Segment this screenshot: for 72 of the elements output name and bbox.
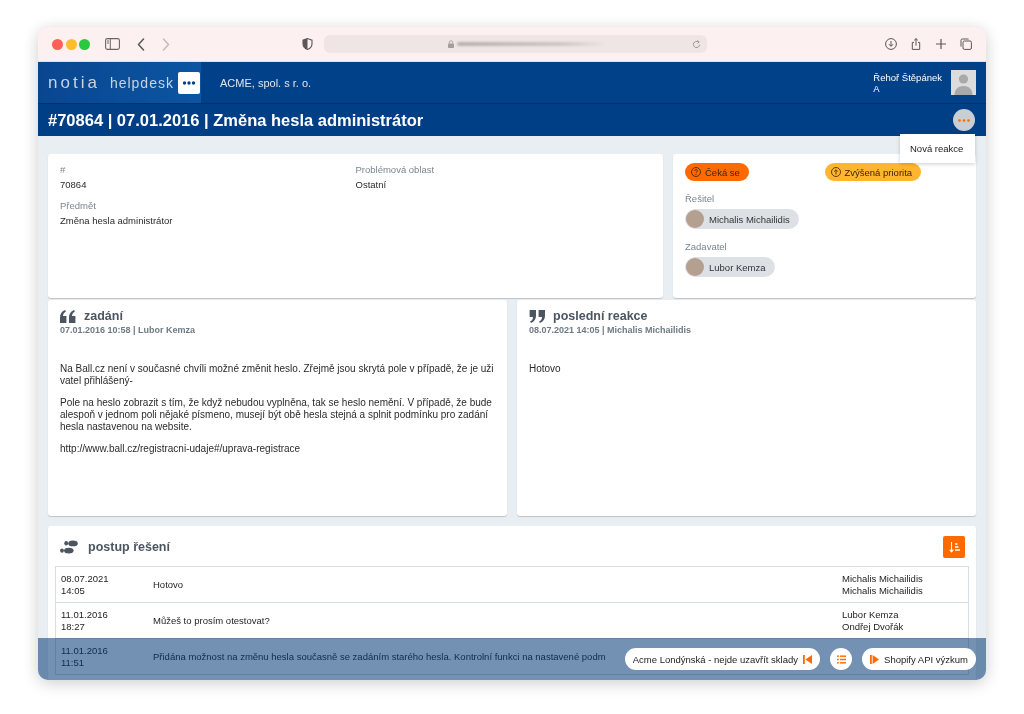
- sort-icon: [948, 541, 960, 553]
- zoom-window-icon[interactable]: [79, 38, 90, 50]
- ticket-title: #70864 | 07.01.2016 | Změna hesla administrátor: [48, 110, 424, 130]
- row-person: Lubor Kemza: [842, 608, 899, 621]
- field-value: 70864: [60, 179, 87, 190]
- opening-quote-icon: [60, 309, 76, 323]
- user-name: Řehoř Štěpánek: [873, 71, 942, 83]
- address-field[interactable]: [324, 35, 707, 53]
- menu-item[interactable]: Nová reakce: [910, 143, 975, 154]
- row-date: 08.07.2021: [61, 572, 109, 585]
- company-name: ACME, spol. s r. o.: [220, 76, 312, 89]
- person-chip: Lubor Kemza: [685, 257, 775, 277]
- logo-panel[interactable]: notia helpdesk: [38, 62, 201, 103]
- person-role-label: Řešitel: [685, 193, 715, 204]
- avatar-placeholder: [686, 210, 704, 228]
- row-person: Ondřej Dvořák: [842, 620, 904, 633]
- person-role-label: Zadavatel: [685, 241, 727, 252]
- ellipsis-icon: [958, 118, 970, 122]
- logo-wordmark: notia: [48, 72, 100, 93]
- sort-button[interactable]: [943, 536, 965, 558]
- status-badge: Čeká se: [685, 163, 749, 181]
- skip-forward-icon: [870, 654, 880, 664]
- user-role: A: [873, 82, 881, 94]
- message-title: poslední reakce: [553, 309, 648, 323]
- row-date: 11.01.2016: [61, 608, 108, 621]
- row-description: Přidána možnost na změnu hesla současně se zadáním starého hesla. Kontrolní funkci na nastavené podm: [153, 651, 606, 662]
- row-date: 11.01.2016: [61, 644, 108, 657]
- message-title: zadání: [84, 309, 123, 323]
- sidebar-icon[interactable]: [105, 38, 120, 50]
- logo-product-name: helpdesk: [109, 74, 174, 91]
- download-icon[interactable]: [885, 38, 897, 50]
- question-circle-icon: [691, 167, 701, 177]
- avatar-placeholder: [686, 258, 704, 276]
- reload-icon[interactable]: [692, 39, 701, 49]
- person-chip: Michalis Michailidis: [685, 209, 799, 229]
- close-window-icon[interactable]: [52, 38, 63, 50]
- message-meta: 08.07.2021 14:05 | Michalis Michailidis: [529, 325, 693, 335]
- message-paragraph: Pole na heslo zobrazit s tím, že když nebudou vyplněna, tak se heslo nemění. V případě, že bude alespoň v jednom poli nějaké písmeno, musejí být obě hesla stejná a splnit podmínku pro zadání hesla nastavenou na website.: [60, 397, 493, 433]
- section-title: postup řešení: [88, 540, 170, 554]
- row-description: Můžeš to prosím otestovat?: [153, 615, 270, 626]
- field-label: Problémová oblast: [355, 164, 435, 175]
- message-paragraph: Hotovo: [529, 363, 562, 375]
- message-paragraph: http://www.ball.cz/registracni-udaje#/uprava-registrace: [60, 443, 302, 455]
- field-label: Předmět: [60, 200, 96, 211]
- row-person: Michalis Michailidis: [842, 572, 923, 585]
- dots-logo-icon: [177, 71, 200, 94]
- field-value: Změna hesla administrátor: [60, 215, 173, 226]
- row-person: Michalis Michailidis: [842, 584, 923, 597]
- field-label: #: [60, 164, 66, 175]
- footprints-icon: [60, 540, 78, 554]
- lock-icon: [448, 40, 454, 48]
- closing-quote-icon: [529, 309, 545, 323]
- row-time: 14:05: [61, 584, 85, 597]
- arrow-up-circle-icon: [830, 167, 841, 177]
- share-icon[interactable]: [910, 38, 922, 50]
- plus-icon[interactable]: [935, 38, 947, 50]
- previous-ticket-button[interactable]: Acme Londýnská - nejde uzavřít sklady: [624, 648, 821, 670]
- field-value: Ostatní: [355, 179, 387, 190]
- row-description: Hotovo: [153, 579, 184, 590]
- tabs-icon[interactable]: [960, 38, 972, 50]
- message-paragraph: Na Ball.cz není v současné chvíli možné změnit heslo. Zřejmě jsou skrytá pole v případě, že je uživatel přihlášený-: [60, 363, 495, 387]
- shield-icon[interactable]: [302, 38, 313, 50]
- row-time: 11:51: [61, 656, 85, 669]
- user-avatar-icon[interactable]: [951, 70, 976, 95]
- status-badge: Zvýšená priorita: [824, 163, 922, 181]
- list-icon: [836, 654, 846, 664]
- chevron-left-icon[interactable]: [137, 37, 145, 51]
- next-ticket-button[interactable]: Shopify API výzkum: [862, 648, 976, 670]
- more-button[interactable]: [953, 109, 975, 131]
- row-time: 18:27: [61, 620, 85, 633]
- skip-back-icon: [803, 654, 813, 664]
- message-meta: 07.01.2016 10:58 | Lubor Kemza: [60, 325, 197, 335]
